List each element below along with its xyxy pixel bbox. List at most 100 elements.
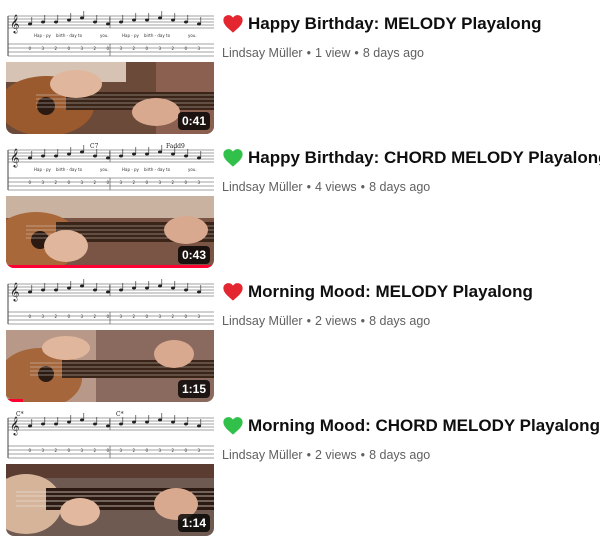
- tab-fret-number: 0: [29, 46, 32, 51]
- sheet-note: [184, 288, 188, 292]
- tab-fret-number: 2: [94, 46, 97, 51]
- tab-fret-number: 0: [107, 314, 110, 319]
- video-metadata: Lindsay Müller • 1 view • 8 days ago: [222, 46, 594, 60]
- red-heart-icon: [223, 15, 243, 33]
- sheet-note: [41, 288, 45, 292]
- sheet-note: [119, 154, 123, 158]
- svg-text:𝄞: 𝄞: [10, 282, 19, 302]
- sheet-note: [93, 154, 97, 158]
- sheet-note: [145, 420, 149, 424]
- sheet-note: [197, 424, 201, 428]
- sheet-lyric: you.: [188, 33, 197, 38]
- video-item[interactable]: 𝄞 03203203203203 Hap - py birth - day to yo…: [0, 8, 600, 134]
- tab-fret-number: 0: [68, 314, 71, 319]
- sheet-lyric: birth - day: [56, 167, 77, 172]
- tab-fret-number: 2: [172, 46, 175, 51]
- sheet-note: [132, 286, 136, 290]
- sheet-note: [67, 420, 71, 424]
- sheet-note: [28, 156, 32, 160]
- video-list: 𝄞 03203203203203 Hap - py birth - day to yo…: [0, 0, 600, 537]
- sheet-note: [184, 422, 188, 426]
- tab-fret-number: 0: [185, 46, 188, 51]
- tab-fret-number: 0: [68, 448, 71, 453]
- sheet-note: [184, 20, 188, 24]
- separator: •: [306, 46, 311, 60]
- tab-fret-number: 3: [81, 180, 84, 185]
- sheet-note: [106, 156, 110, 160]
- tab-fret-number: 3: [120, 314, 123, 319]
- video-thumbnail[interactable]: 𝄞 03203203203203 Hap - py birth - day to yo…: [6, 8, 214, 134]
- tab-fret-number: 0: [146, 314, 149, 319]
- video-thumbnail[interactable]: 𝄞 0 3 2 0 3 2 0 3 2 0 3 2 0 3 1:15: [6, 276, 214, 402]
- sheet-note: [132, 152, 136, 156]
- sheet-note: [41, 422, 45, 426]
- tab-fret-number: 0: [185, 180, 188, 185]
- video-title[interactable]: Morning Mood: CHORD MELODY Playalong: [248, 416, 600, 436]
- video-info: Happy Birthday: CHORD MELODY Playalong L…: [222, 146, 600, 194]
- channel-name[interactable]: Lindsay Müller: [222, 314, 303, 328]
- sheet-note: [106, 424, 110, 428]
- sheet-note: [145, 286, 149, 290]
- video-metadata: Lindsay Müller • 4 views • 8 days ago: [222, 180, 594, 194]
- sheet-lyric: birth - day: [144, 33, 165, 38]
- video-item[interactable]: 𝄞 03203203203203 C* C* 1:14 Morning Mood…: [0, 410, 600, 536]
- separator: •: [306, 180, 311, 194]
- video-title[interactable]: Happy Birthday: CHORD MELODY Playalong: [248, 148, 600, 168]
- channel-name[interactable]: Lindsay Müller: [222, 448, 303, 462]
- sheet-note: [197, 156, 201, 160]
- tab-fret-number: 3: [42, 180, 45, 185]
- green-heart-icon: [223, 417, 243, 435]
- sheet-note: [132, 18, 136, 22]
- green-heart-icon: [223, 149, 243, 167]
- tab-fret-number: 3: [81, 314, 84, 319]
- sheet-lyric: you.: [100, 33, 109, 38]
- sheet-chord-label: Fadd9: [166, 143, 185, 150]
- sheet-lyric: Hap - py: [34, 33, 52, 38]
- sheet-note: [80, 16, 84, 20]
- sheet-note: [41, 20, 45, 24]
- sheet-note: [119, 20, 123, 24]
- tab-fret-number: 0: [68, 180, 71, 185]
- separator: •: [360, 180, 366, 194]
- sheet-note: [80, 418, 84, 422]
- sheet-note: [54, 20, 58, 24]
- sheet-note: [54, 154, 58, 158]
- view-count: 2 views: [314, 448, 357, 462]
- sheet-note: [67, 18, 71, 22]
- sheet-note: [171, 152, 175, 156]
- sheet-note: [93, 20, 97, 24]
- channel-name[interactable]: Lindsay Müller: [222, 180, 303, 194]
- tab-fret-number: 0: [146, 46, 149, 51]
- video-thumbnail[interactable]: 𝄞 0 3 2 0 3 2 0 3 2 0 3 2 0 3 C* C* 1:14: [6, 410, 214, 536]
- watch-progress-bar: [6, 265, 214, 268]
- tab-fret-number: 0: [185, 448, 188, 453]
- video-info: Morning Mood: MELODY Playalong Lindsay M…: [222, 280, 594, 328]
- video-thumbnail[interactable]: 𝄞 03203203203203 Hap - py birth - day to yo…: [6, 142, 214, 268]
- sheet-note: [67, 286, 71, 290]
- upload-age: 8 days ago: [362, 46, 424, 60]
- separator: •: [306, 314, 311, 328]
- tab-fret-number: 3: [198, 46, 201, 51]
- tab-fret-number: 3: [42, 46, 45, 51]
- sheet-note: [171, 420, 175, 424]
- tab-fret-number: 0: [107, 448, 110, 453]
- separator: •: [306, 448, 311, 462]
- tab-fret-number: 2: [94, 180, 97, 185]
- sheet-note: [80, 150, 84, 154]
- video-item[interactable]: 𝄞 03203203203203 Hap - py birth - day to yo…: [0, 142, 600, 268]
- sheet-note: [41, 154, 45, 158]
- upload-age: 8 days ago: [369, 448, 431, 462]
- video-title[interactable]: Morning Mood: MELODY Playalong: [248, 282, 533, 302]
- video-title[interactable]: Happy Birthday: MELODY Playalong: [248, 14, 541, 34]
- channel-name[interactable]: Lindsay Müller: [222, 46, 303, 60]
- watch-progress-bar: [6, 399, 23, 402]
- view-count: 2 views: [314, 314, 357, 328]
- sheet-lyric: birth - day: [144, 167, 165, 172]
- sheet-note: [145, 152, 149, 156]
- video-duration: 0:43: [177, 246, 210, 264]
- separator: •: [360, 448, 366, 462]
- video-item[interactable]: 𝄞 03203203203203 1:15 Morning Mood: MELO…: [0, 276, 600, 402]
- tab-fret-number: 3: [81, 448, 84, 453]
- sheet-lyric: birth - day: [56, 33, 77, 38]
- sheet-chord-label: C*: [116, 411, 124, 418]
